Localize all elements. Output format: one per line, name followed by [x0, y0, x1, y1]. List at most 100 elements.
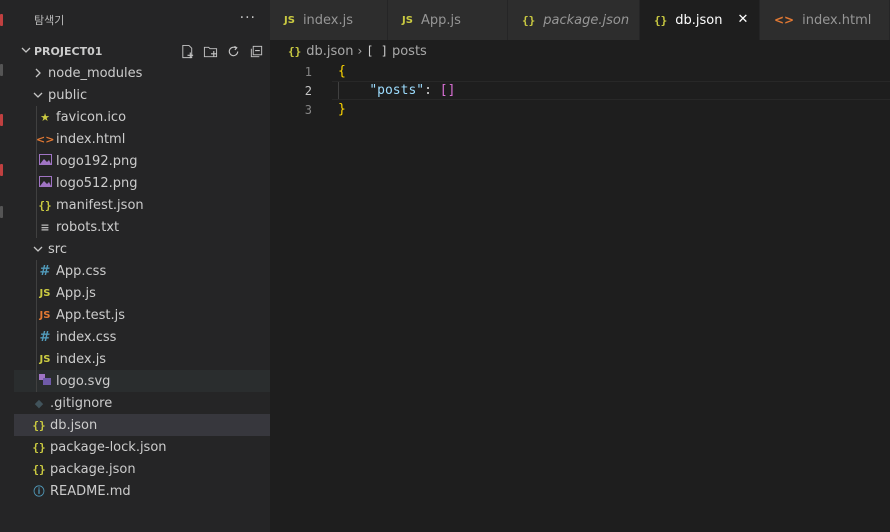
json-file-icon: {} — [654, 13, 668, 27]
new-file-icon[interactable] — [179, 43, 195, 59]
tree-item-label: node_modules — [48, 65, 143, 81]
chevron-down-icon — [30, 241, 46, 257]
html-file-icon: <> — [774, 13, 795, 27]
tree-item-label: robots.txt — [56, 219, 120, 235]
json-file-icon: {} — [38, 198, 52, 212]
tree-folder[interactable]: node_modules — [14, 62, 270, 84]
indent-guide — [36, 106, 37, 128]
indent-guide — [36, 370, 37, 392]
tree-file[interactable]: # App.css — [14, 260, 270, 282]
indent-guide — [36, 172, 37, 194]
tree-item-label: public — [48, 87, 88, 103]
tree-item-label: package-lock.json — [50, 439, 167, 455]
tree-file[interactable]: {} manifest.json — [14, 194, 270, 216]
text-file-icon: ≡ — [40, 220, 50, 234]
explorer-title: 탐색기 — [34, 14, 65, 27]
activity-marker — [0, 64, 3, 76]
js-file-icon: JS — [284, 14, 295, 26]
json-file-icon: {} — [32, 418, 46, 432]
tab-label: package.json — [543, 12, 630, 28]
more-actions-icon[interactable]: ··· — [240, 10, 256, 26]
indent-guide — [338, 81, 339, 100]
tree-item-label: App.test.js — [56, 307, 126, 323]
tree-file[interactable]: {} db.json — [14, 414, 270, 436]
tree-file[interactable]: ★ favicon.ico — [14, 106, 270, 128]
tree-file[interactable]: # index.css — [14, 326, 270, 348]
tab-label: App.js — [420, 12, 461, 28]
code-line[interactable]: 2 "posts": [] — [270, 81, 890, 100]
tree-item-label: logo192.png — [56, 153, 138, 169]
tree-item-label: logo512.png — [56, 175, 138, 191]
indent-guide — [36, 194, 37, 216]
tree-file[interactable]: logo512.png — [14, 172, 270, 194]
tree-file[interactable]: ≡ robots.txt — [14, 216, 270, 238]
indent-guide — [36, 348, 37, 370]
js-file-icon: JS — [39, 353, 51, 365]
tree-folder[interactable]: public — [14, 84, 270, 106]
code-line[interactable]: 1{ — [270, 62, 890, 81]
code-line[interactable]: 3} — [270, 100, 890, 119]
tree-item-label: App.js — [56, 285, 96, 301]
breadcrumb-file[interactable]: db.json — [306, 44, 353, 59]
activity-marker — [0, 14, 3, 26]
html-file-icon: <> — [36, 132, 55, 146]
line-number: 2 — [304, 83, 312, 98]
tree-folder[interactable]: src — [14, 238, 270, 260]
tree-item-label: package.json — [50, 461, 136, 477]
json-file-icon: {} — [32, 440, 46, 454]
explorer-sidebar: 탐색기 ··· PROJECT01 node_modulespublic ★ fav… — [14, 0, 270, 532]
info-file-icon: ⓘ — [33, 485, 45, 498]
refresh-icon[interactable] — [225, 43, 241, 59]
css-file-icon: # — [39, 263, 51, 279]
star-file-icon: ★ — [40, 110, 50, 124]
activity-marker — [0, 164, 3, 176]
code-text: } — [338, 102, 346, 117]
tree-item-label: .gitignore — [50, 395, 113, 411]
tree-item-label: logo.svg — [56, 373, 111, 389]
project-root[interactable]: PROJECT01 — [14, 40, 270, 62]
git-file-icon: ◆ — [34, 396, 44, 410]
json-file-icon: {} — [288, 44, 302, 58]
tree-file[interactable]: ⓘ README.md — [14, 480, 270, 502]
tab-index-html[interactable]: <> index.html — [760, 0, 890, 40]
chevron-down-icon — [30, 87, 46, 103]
code-editor[interactable]: 1{2 "posts": [] 3} — [270, 62, 890, 119]
activity-marker — [0, 114, 3, 126]
tree-item-label: src — [48, 241, 67, 257]
js-file-icon: JS — [402, 14, 413, 26]
code-text: { — [338, 64, 346, 79]
tree-file[interactable]: JS App.js — [14, 282, 270, 304]
tree-file[interactable]: {} package-lock.json — [14, 436, 270, 458]
collapse-all-icon[interactable] — [248, 43, 264, 59]
code-text: "posts": [] — [338, 83, 455, 98]
tab-db-json[interactable]: {} db.json ✕ — [640, 0, 760, 40]
activity-bar — [0, 0, 14, 532]
js-file-icon: JS — [39, 287, 51, 299]
tree-file[interactable]: {} package.json — [14, 458, 270, 480]
tree-file[interactable]: ◆ .gitignore — [14, 392, 270, 414]
breadcrumb-symbol[interactable]: posts — [392, 44, 427, 59]
tree-file[interactable]: logo.svg — [14, 370, 270, 392]
tree-file[interactable]: JS App.test.js — [14, 304, 270, 326]
tree-file[interactable]: logo192.png — [14, 150, 270, 172]
tab-package-json[interactable]: {} package.json — [508, 0, 640, 40]
tree-item-label: manifest.json — [56, 197, 144, 213]
close-tab-icon[interactable]: ✕ — [735, 11, 751, 27]
new-folder-icon[interactable] — [202, 43, 218, 59]
tree-file[interactable]: <> index.html — [14, 128, 270, 150]
chevron-right-icon — [30, 65, 46, 81]
image-file-icon — [36, 176, 54, 190]
code-token: [] — [439, 83, 456, 98]
tab-label: index.html — [802, 12, 872, 28]
tab-App-js[interactable]: JS App.js — [388, 0, 508, 40]
explorer-header: 탐색기 ··· — [14, 0, 270, 40]
tree-file[interactable]: JS index.js — [14, 348, 270, 370]
line-number: 1 — [304, 64, 312, 79]
tree-item-label: favicon.ico — [56, 109, 127, 125]
indent-guide — [36, 128, 37, 150]
project-name: PROJECT01 — [34, 44, 103, 58]
chevron-down-icon — [18, 45, 34, 58]
tab-label: db.json — [675, 12, 723, 28]
tab-index-js[interactable]: JS index.js — [270, 0, 388, 40]
